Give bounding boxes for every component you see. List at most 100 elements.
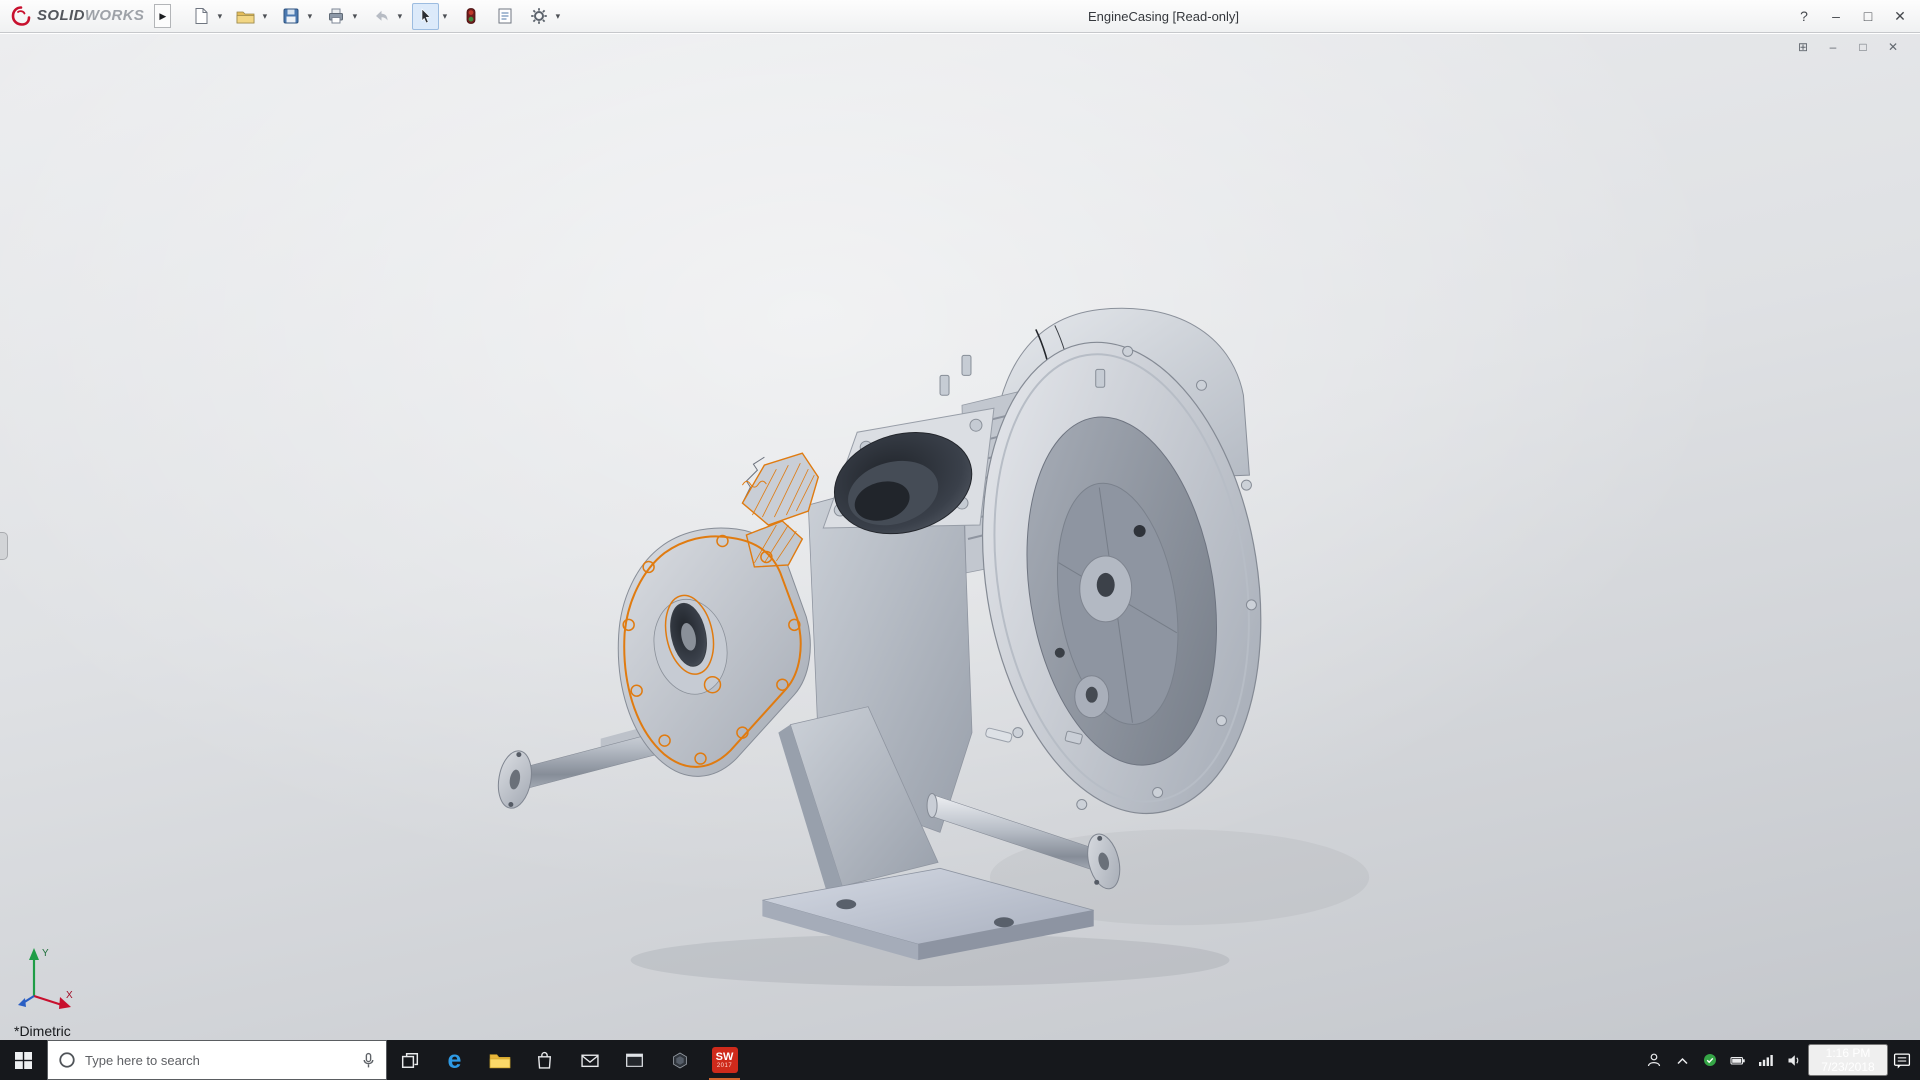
undo-button[interactable] bbox=[367, 3, 394, 30]
print-button[interactable] bbox=[322, 3, 349, 30]
titlebar: SOLIDWORKS ▶ ▾ ▾ ▾ ▾ ▾ ▾ ▾ EngineCasing … bbox=[0, 0, 1920, 33]
undo-dropdown[interactable]: ▾ bbox=[394, 11, 405, 22]
help-button[interactable]: ? bbox=[1788, 3, 1820, 30]
solidworks-app-icon: SW 2017 bbox=[711, 1047, 738, 1073]
doc-minimize-button[interactable]: – bbox=[1822, 38, 1844, 56]
file-properties-button[interactable] bbox=[491, 3, 518, 30]
action-center-icon bbox=[1893, 1053, 1911, 1068]
standard-toolbar: ▾ ▾ ▾ ▾ ▾ ▾ ▾ bbox=[187, 2, 570, 30]
file-explorer-icon bbox=[489, 1053, 510, 1068]
new-document-group: ▾ bbox=[187, 3, 225, 30]
options-button[interactable] bbox=[525, 3, 552, 30]
rebuild-stoplight-icon bbox=[466, 8, 476, 24]
security-check-icon bbox=[1704, 1054, 1716, 1066]
store-button[interactable] bbox=[522, 1040, 567, 1080]
people-icon bbox=[1647, 1053, 1661, 1067]
console-app-button[interactable] bbox=[612, 1040, 657, 1080]
edge-browser-button[interactable]: e bbox=[432, 1040, 477, 1080]
mail-button[interactable] bbox=[567, 1040, 612, 1080]
print-icon bbox=[328, 8, 343, 24]
windows-logo-icon bbox=[15, 1051, 32, 1069]
new-document-button[interactable] bbox=[187, 3, 214, 30]
section-bracket[interactable] bbox=[741, 452, 819, 568]
taskbar-search[interactable] bbox=[47, 1040, 387, 1080]
new-document-icon bbox=[195, 8, 208, 24]
volume-icon bbox=[1788, 1054, 1798, 1066]
action-center-button[interactable] bbox=[1888, 1040, 1916, 1080]
save-floppy-icon bbox=[283, 8, 299, 24]
windows-taskbar: e bbox=[0, 1040, 1920, 1080]
open-folder-icon bbox=[236, 11, 255, 23]
doc-close-button[interactable]: ✕ bbox=[1882, 38, 1904, 56]
solidworks-app-button[interactable]: SW 2017 bbox=[702, 1040, 747, 1080]
undo-icon bbox=[375, 10, 388, 21]
clock-time: 1:16 PM bbox=[1825, 1046, 1871, 1060]
start-button[interactable] bbox=[0, 1040, 47, 1080]
restore-button[interactable]: □ bbox=[1852, 3, 1884, 30]
volume-button[interactable] bbox=[1780, 1040, 1808, 1080]
graphics-area[interactable]: ⊞ – □ ✕ Y X *Dimetric bbox=[0, 34, 1920, 1040]
left-panel-splitter[interactable] bbox=[0, 532, 8, 560]
rebuild-button[interactable] bbox=[457, 3, 484, 30]
console-window-icon bbox=[626, 1053, 643, 1067]
save-dropdown[interactable]: ▾ bbox=[304, 11, 315, 22]
doc-menu-button[interactable]: ⊞ bbox=[1792, 38, 1814, 56]
clock-date: 7/23/2018 bbox=[1821, 1060, 1875, 1074]
view-orientation-label: *Dimetric bbox=[14, 1023, 71, 1039]
store-bag-icon bbox=[537, 1051, 552, 1069]
edge-icon: e bbox=[447, 1045, 462, 1074]
ds-swirl-icon bbox=[11, 6, 31, 26]
battery-button[interactable] bbox=[1724, 1040, 1752, 1080]
taskbar-clock[interactable]: 1:16 PM 7/23/2018 bbox=[1808, 1044, 1888, 1076]
brand-text: SOLIDWORKS bbox=[37, 7, 145, 24]
task-view-button[interactable] bbox=[387, 1040, 432, 1080]
select-group: ▾ bbox=[412, 2, 450, 30]
battery-icon bbox=[1730, 1056, 1745, 1065]
save-button[interactable] bbox=[277, 3, 304, 30]
solidworks-window: SOLIDWORKS ▶ ▾ ▾ ▾ ▾ ▾ ▾ ▾ EngineCasing … bbox=[0, 0, 1920, 1080]
rebuild-group bbox=[457, 3, 484, 30]
task-view-icon bbox=[401, 1052, 418, 1068]
gear-icon bbox=[531, 8, 547, 24]
edrawings-button[interactable] bbox=[657, 1040, 702, 1080]
open-group: ▾ bbox=[232, 3, 270, 30]
new-document-dropdown[interactable]: ▾ bbox=[214, 11, 225, 22]
people-button[interactable] bbox=[1640, 1040, 1668, 1080]
triad-y-label: Y bbox=[42, 948, 49, 959]
close-button[interactable]: ✕ bbox=[1884, 3, 1916, 30]
microphone-icon[interactable] bbox=[361, 1052, 376, 1069]
engine-casing-model[interactable] bbox=[0, 34, 1920, 1040]
save-group: ▾ bbox=[277, 3, 315, 30]
print-dropdown[interactable]: ▾ bbox=[349, 11, 360, 22]
select-cursor-icon bbox=[421, 8, 431, 24]
doc-restore-button[interactable]: □ bbox=[1852, 38, 1874, 56]
window-controls: ? – □ ✕ bbox=[1788, 3, 1916, 30]
menu-flyout-button[interactable]: ▶ bbox=[154, 4, 172, 28]
select-tool-dropdown[interactable]: ▾ bbox=[439, 11, 450, 22]
minimize-button[interactable]: – bbox=[1820, 3, 1852, 30]
document-window-controls: ⊞ – □ ✕ bbox=[1792, 38, 1904, 56]
search-input[interactable] bbox=[85, 1052, 352, 1068]
orientation-triad: Y X bbox=[18, 948, 73, 1009]
cortana-icon bbox=[59, 1052, 75, 1068]
undo-group: ▾ bbox=[367, 3, 405, 30]
file-explorer-button[interactable] bbox=[477, 1040, 522, 1080]
open-button[interactable] bbox=[232, 3, 259, 30]
tray-overflow-button[interactable] bbox=[1668, 1040, 1696, 1080]
triad-x-label: X bbox=[66, 990, 73, 1001]
options-dropdown[interactable]: ▾ bbox=[552, 11, 563, 22]
hexagon-app-icon bbox=[672, 1052, 687, 1068]
file-properties-icon bbox=[498, 8, 512, 24]
network-button[interactable] bbox=[1752, 1040, 1780, 1080]
select-tool-button[interactable] bbox=[412, 2, 440, 30]
print-group: ▾ bbox=[322, 3, 360, 30]
system-tray: 1:16 PM 7/23/2018 bbox=[1640, 1040, 1920, 1080]
solidworks-logo: SOLIDWORKS bbox=[4, 5, 154, 27]
options-group: ▾ bbox=[525, 3, 563, 30]
mail-envelope-icon bbox=[580, 1054, 599, 1068]
file-properties-group bbox=[491, 3, 518, 30]
network-bars-icon bbox=[1759, 1055, 1773, 1066]
document-title: EngineCasing [Read-only] bbox=[1087, 8, 1240, 24]
security-status-button[interactable] bbox=[1696, 1040, 1724, 1080]
open-dropdown[interactable]: ▾ bbox=[259, 11, 270, 22]
